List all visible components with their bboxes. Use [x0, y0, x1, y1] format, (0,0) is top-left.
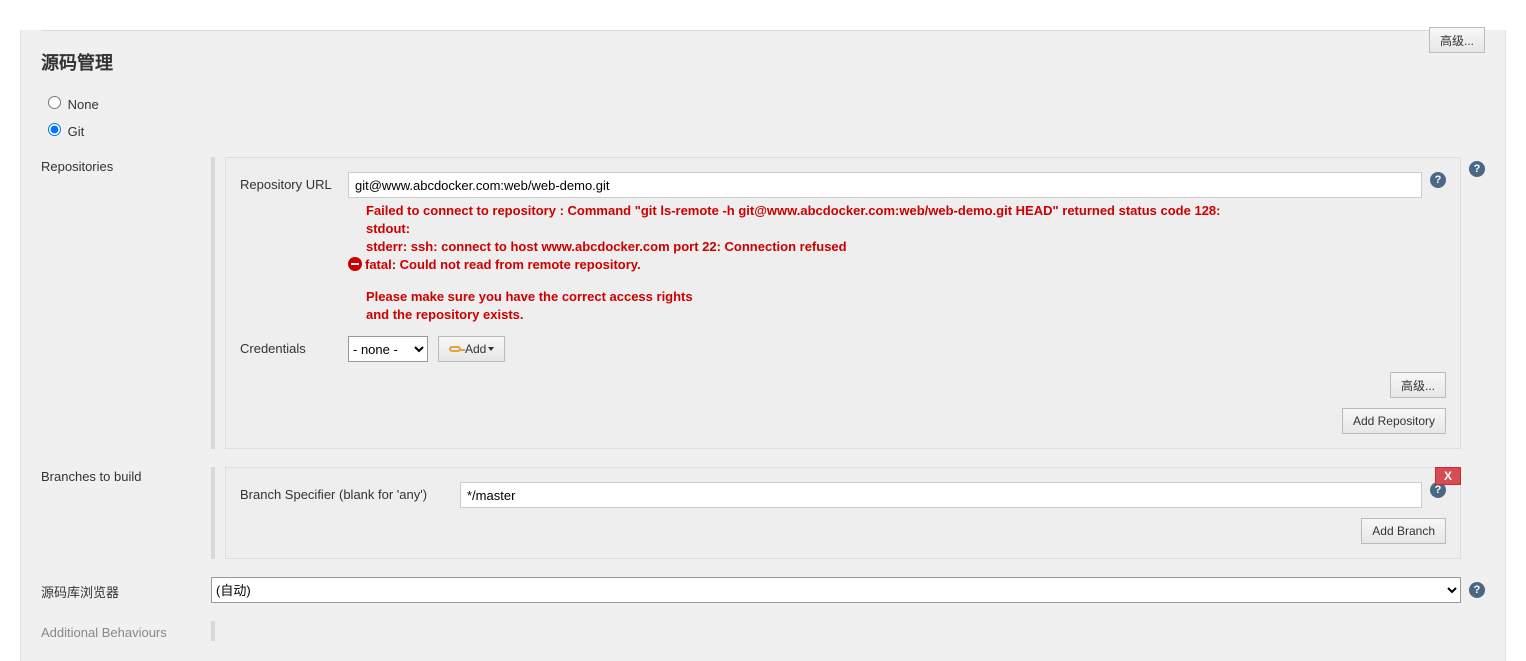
repo-browser-select[interactable]: (自动): [211, 577, 1461, 603]
vertical-drag-bar: [211, 467, 215, 559]
vertical-drag-bar: [211, 157, 215, 449]
add-branch-button[interactable]: Add Branch: [1361, 518, 1446, 544]
advanced-button-top[interactable]: 高级...: [1429, 27, 1485, 53]
credentials-select[interactable]: - none -: [348, 336, 428, 362]
branch-panel: X Branch Specifier (blank for 'any') ? A…: [225, 467, 1461, 559]
key-icon: [449, 346, 461, 352]
add-credentials-label: Add: [465, 342, 486, 356]
repo-url-input[interactable]: [348, 172, 1422, 198]
error-icon: [348, 257, 362, 271]
branches-label: Branches to build: [41, 467, 211, 559]
scm-git-option[interactable]: Git: [43, 124, 84, 139]
scm-git-label: Git: [68, 124, 85, 139]
add-branch-label: Add Branch: [1372, 524, 1435, 538]
add-repository-label: Add Repository: [1353, 414, 1435, 428]
scm-none-label: None: [68, 97, 99, 112]
error-line: and the repository exists.: [366, 306, 1446, 324]
delete-branch-button[interactable]: X: [1435, 467, 1461, 485]
repo-advanced-button[interactable]: 高级...: [1390, 372, 1446, 398]
repositories-label: Repositories: [41, 157, 211, 449]
repo-url-label: Repository URL: [240, 172, 348, 198]
advanced-button-top-label: 高级...: [1440, 32, 1474, 49]
repo-error: Failed to connect to repository : Comman…: [240, 202, 1446, 324]
error-line: stderr: ssh: connect to host www.abcdock…: [366, 238, 1446, 256]
add-repository-button[interactable]: Add Repository: [1342, 408, 1446, 434]
repo-advanced-label: 高级...: [1401, 377, 1435, 394]
add-credentials-button[interactable]: Add: [438, 336, 505, 362]
branch-specifier-input[interactable]: [460, 482, 1422, 508]
repo-browser-label: 源码库浏览器: [41, 580, 211, 601]
repository-panel: Repository URL ? Failed to connect to re…: [225, 157, 1461, 449]
credentials-label: Credentials: [240, 336, 348, 362]
help-icon[interactable]: ?: [1469, 582, 1485, 598]
scm-none-radio[interactable]: [48, 96, 61, 109]
section-title: 源码管理: [41, 49, 1485, 75]
error-line: fatal: Could not read from remote reposi…: [365, 257, 641, 272]
scm-none-option[interactable]: None: [43, 97, 99, 112]
error-line: stdout:: [366, 220, 1446, 238]
error-line: Failed to connect to repository : Comman…: [366, 202, 1446, 220]
scm-git-radio[interactable]: [48, 123, 61, 136]
branch-specifier-label: Branch Specifier (blank for 'any'): [240, 482, 460, 508]
vertical-drag-bar: [211, 621, 215, 641]
help-icon[interactable]: ?: [1430, 172, 1446, 188]
additional-behaviours-label: Additional Behaviours: [41, 623, 211, 640]
error-line: Please make sure you have the correct ac…: [366, 288, 1446, 306]
chevron-down-icon: [488, 347, 494, 351]
help-icon[interactable]: ?: [1469, 161, 1485, 177]
